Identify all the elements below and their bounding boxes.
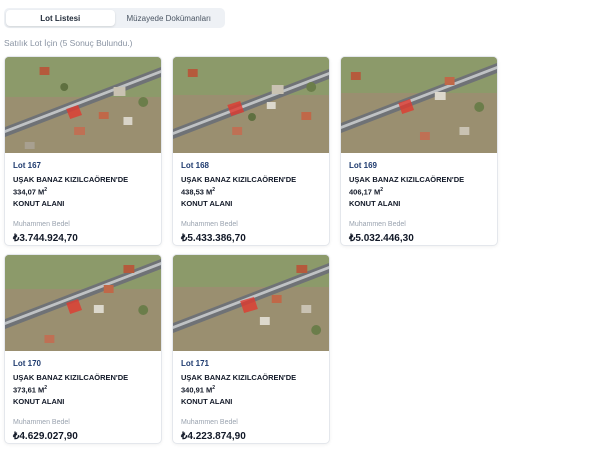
lot-price: ₺5.032.446,30 (349, 233, 414, 244)
lot-price: ₺4.223.874,90 (181, 431, 246, 442)
lot-title: UŞAK BANAZ KIZILCAÖREN'DE 373,61 M2 KONUT… (13, 373, 129, 406)
tab-muzayede-dokumanlari[interactable]: Müzayede Dokümanları (115, 10, 224, 26)
price-label: Muhammen Bedel (349, 221, 406, 228)
lot-map-image (173, 255, 329, 351)
lot-title: UŞAK BANAZ KIZILCAÖREN'DE 438,53 M2 KONUT… (181, 175, 297, 208)
tab-bar: Lot Listesi Müzayede Dokümanları (4, 8, 225, 28)
price-label: Muhammen Bedel (13, 221, 70, 228)
lot-card[interactable]: Lot 167 UŞAK BANAZ KIZILCAÖREN'DE 334,07… (4, 56, 162, 246)
lot-title: UŞAK BANAZ KIZILCAÖREN'DE 340,91 M2 KONUT… (181, 373, 297, 406)
price-label: Muhammen Bedel (181, 221, 238, 228)
lot-number: Lot 169 (349, 161, 378, 170)
lot-map-image (5, 255, 161, 351)
lot-title: UŞAK BANAZ KIZILCAÖREN'DE 406,17 M2 KONUT… (349, 175, 465, 208)
lot-number: Lot 168 (181, 161, 210, 170)
lot-map-image (341, 57, 497, 153)
lot-number: Lot 171 (181, 359, 210, 368)
lot-map-image (173, 57, 329, 153)
lot-card[interactable]: Lot 170 UŞAK BANAZ KIZILCAÖREN'DE 373,61… (4, 254, 162, 444)
price-label: Muhammen Bedel (13, 419, 70, 426)
tab-lot-listesi[interactable]: Lot Listesi (6, 10, 115, 26)
lot-map-image (5, 57, 161, 153)
lot-number: Lot 170 (13, 359, 42, 368)
lot-price: ₺3.744.924,70 (13, 233, 78, 244)
lot-price: ₺4.629.027,90 (13, 431, 78, 442)
lot-price: ₺5.433.386,70 (181, 233, 246, 244)
lot-number: Lot 167 (13, 161, 42, 170)
lot-card[interactable]: Lot 169 UŞAK BANAZ KIZILCAÖREN'DE 406,17… (340, 56, 498, 246)
lot-title: UŞAK BANAZ KIZILCAÖREN'DE 334,07 M2 KONUT… (13, 175, 129, 208)
price-label: Muhammen Bedel (181, 419, 238, 426)
lot-card[interactable]: Lot 168 UŞAK BANAZ KIZILCAÖREN'DE 438,53… (172, 56, 330, 246)
lot-card[interactable]: Lot 171 UŞAK BANAZ KIZILCAÖREN'DE 340,91… (172, 254, 330, 444)
result-count: Satılık Lot İçin (5 Sonuç Bulundu.) (4, 38, 133, 48)
